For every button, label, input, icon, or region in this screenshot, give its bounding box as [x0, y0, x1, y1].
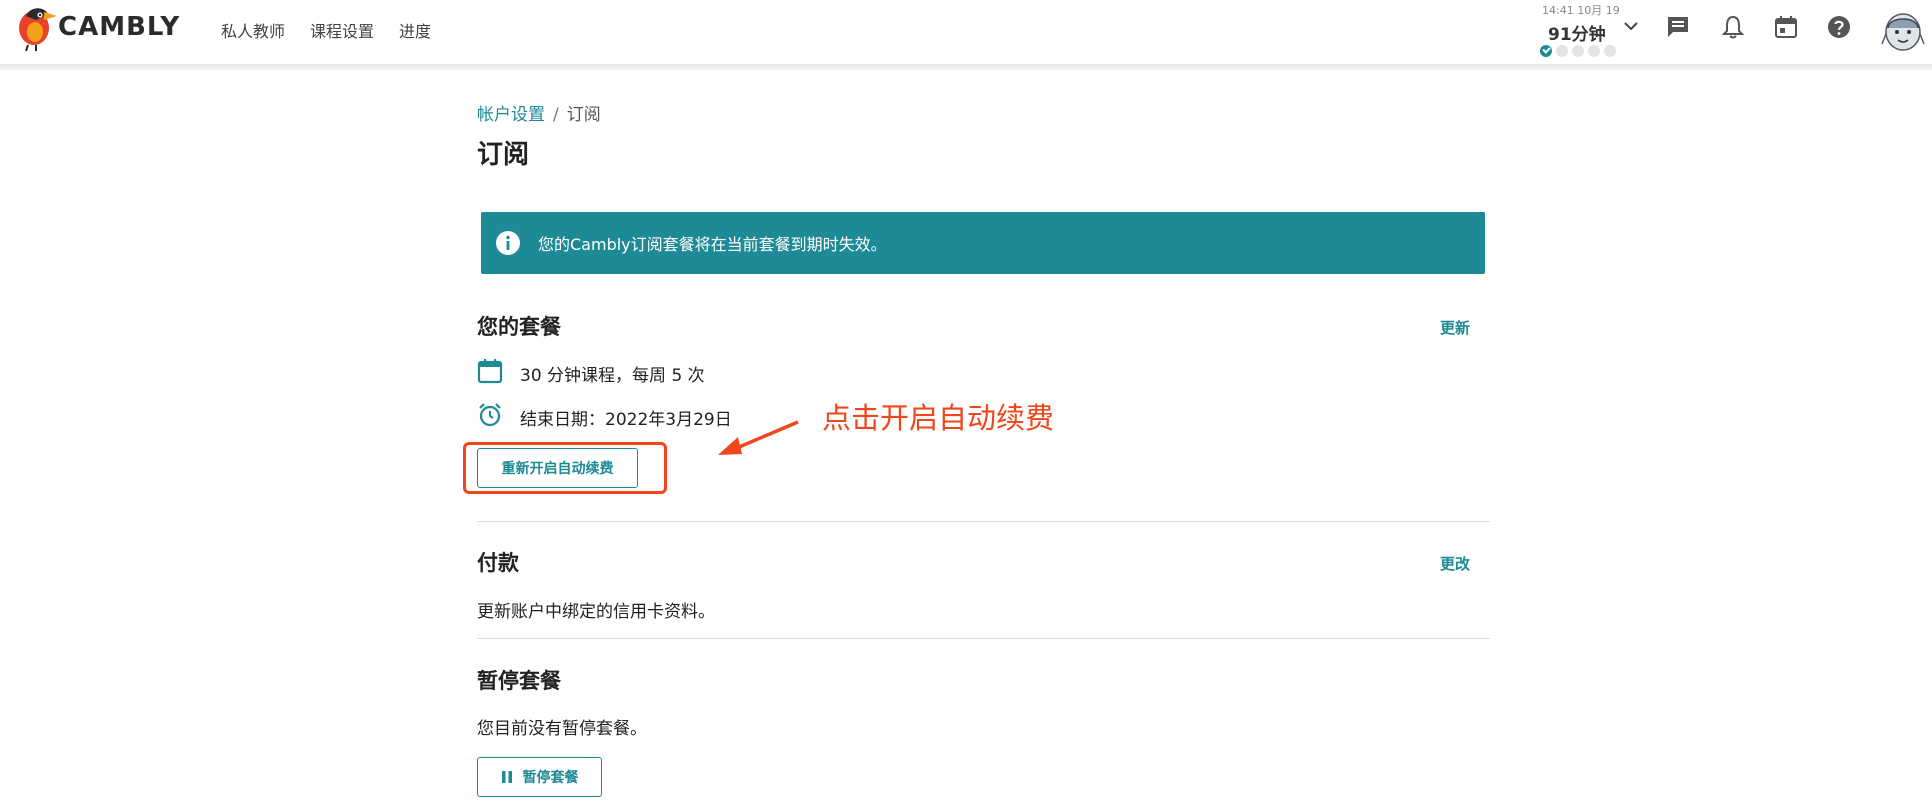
nav-progress[interactable]: 进度: [399, 18, 431, 42]
change-payment-link[interactable]: 更改: [1440, 553, 1470, 574]
progress-dot: [1588, 45, 1600, 57]
pause-icon: [501, 771, 512, 783]
plan-lesson-info: 30 分钟课程，每周 5 次: [520, 366, 705, 386]
renew-auto-billing-button[interactable]: 重新开启自动续费: [477, 448, 638, 488]
brand-name[interactable]: CAMBLY: [58, 12, 180, 42]
breadcrumb: 帐户设置 / 订阅: [477, 100, 601, 125]
minutes-timestamp: 14:41 10月 19: [1542, 4, 1620, 17]
pause-plan-button-label: 暂停套餐: [522, 769, 579, 785]
update-plan-link[interactable]: 更新: [1440, 317, 1470, 338]
annotation-arrow-icon: [718, 420, 799, 455]
top-header: CAMBLY 私人教师 课程设置 进度 14:41 10月 19 91分钟: [0, 0, 1932, 64]
pause-section-title: 暂停套餐: [477, 669, 561, 693]
payment-section-title: 付款: [477, 551, 519, 575]
payment-description: 更新账户中绑定的信用卡资料。: [477, 602, 715, 622]
chevron-down-icon[interactable]: [1621, 16, 1641, 36]
section-divider: [477, 521, 1490, 522]
bell-icon[interactable]: [1720, 14, 1746, 40]
breadcrumb-account-settings[interactable]: 帐户设置: [477, 105, 545, 125]
breadcrumb-separator: /: [553, 105, 559, 125]
weekly-progress-dots: [1540, 45, 1616, 57]
nav-lesson-settings[interactable]: 课程设置: [310, 18, 374, 42]
minutes-remaining: 91分钟: [1548, 25, 1606, 45]
header-divider: [0, 64, 1932, 70]
chat-icon[interactable]: [1665, 14, 1691, 40]
cambly-logo-icon[interactable]: [14, 2, 58, 52]
minutes-balance[interactable]: 14:41 10月 19 91分钟: [1540, 2, 1620, 60]
alarm-clock-icon: [479, 403, 501, 427]
progress-dot-done: [1540, 45, 1552, 57]
info-icon: [496, 231, 520, 255]
calendar-icon: [477, 359, 503, 384]
user-avatar[interactable]: [1880, 4, 1926, 54]
breadcrumb-current: 订阅: [566, 105, 601, 125]
page-title: 订阅: [477, 140, 530, 170]
plan-end-date: 结束日期：2022年3月29日: [520, 410, 732, 430]
annotation-instruction: 点击开启自动续费: [822, 401, 1055, 435]
info-banner: 您的Cambly订阅套餐将在当前套餐到期时失效。: [481, 212, 1485, 274]
pause-description: 您目前没有暂停套餐。: [477, 719, 647, 739]
help-icon[interactable]: [1826, 14, 1852, 40]
nav-tutors[interactable]: 私人教师: [221, 18, 285, 42]
section-divider: [477, 638, 1490, 639]
pause-plan-button[interactable]: 暂停套餐: [477, 757, 602, 797]
banner-message: 您的Cambly订阅套餐将在当前套餐到期时失效。: [538, 235, 887, 254]
progress-dot: [1556, 45, 1568, 57]
plan-section-title: 您的套餐: [477, 315, 561, 339]
progress-dot: [1604, 45, 1616, 57]
calendar-icon[interactable]: [1773, 14, 1799, 40]
progress-dot: [1572, 45, 1584, 57]
